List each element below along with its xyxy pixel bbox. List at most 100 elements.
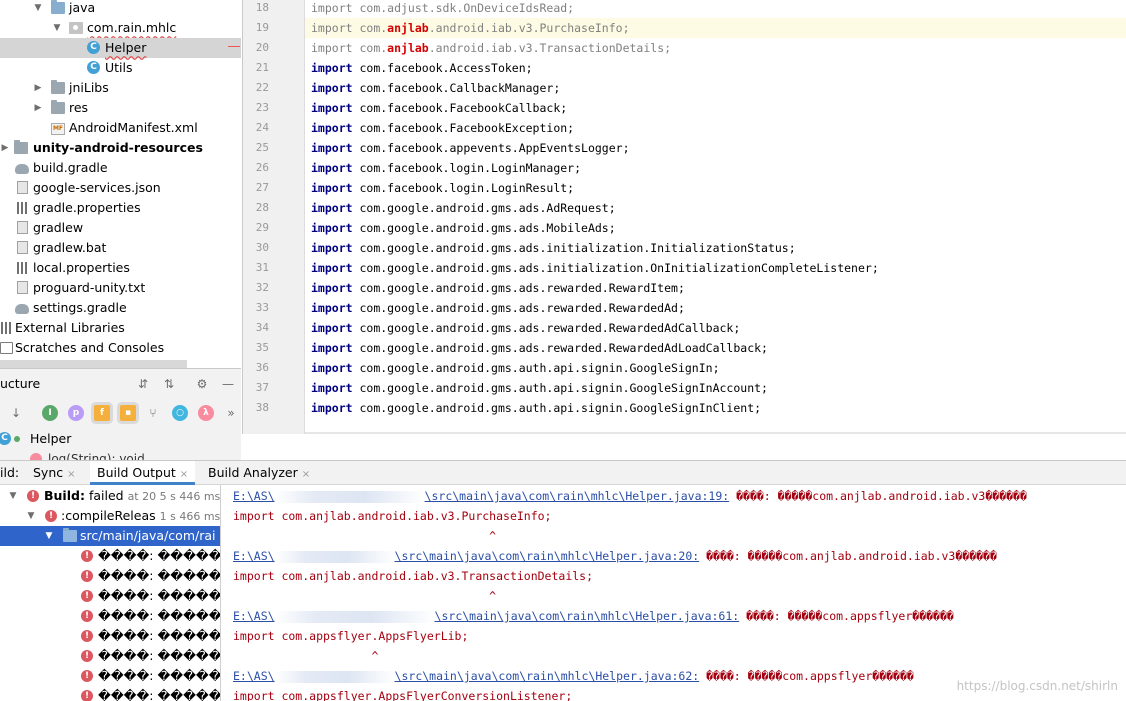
line-number[interactable]: 18	[243, 0, 269, 18]
error-location-line[interactable]: E:\AS\ \src\main\java\com\rain\mhlc\Helpe…	[233, 606, 1126, 626]
close-icon[interactable]: ×	[67, 469, 75, 480]
line-number[interactable]: 26	[243, 158, 269, 178]
chevron-right-icon[interactable]: ▶	[0, 138, 10, 158]
tree-item-external-libraries[interactable]: External Libraries	[0, 318, 241, 338]
line-number-gutter[interactable]: 18 19 20 21 22 23 24 25 26 27 28 29 30 31 32 33 34 35 36 37…	[243, 0, 305, 434]
more-icon[interactable]: »	[224, 406, 238, 420]
fields-icon[interactable]: f	[94, 405, 110, 421]
chevron-right-icon[interactable]: ▶	[33, 78, 43, 98]
build-root-item[interactable]: ▼ ! Build: failed at 20 5 s 446 ms	[0, 486, 220, 506]
build-error-item[interactable]: ! ����: �����	[0, 646, 220, 666]
tree-item-jnilibs[interactable]: ▶ jniLibs	[0, 78, 241, 98]
code-line[interactable]: import com.facebook.FacebookException;	[305, 118, 1126, 138]
code-line[interactable]: import com.google.android.gms.ads.reward…	[305, 338, 1126, 358]
sort-alpha-icon[interactable]: ↓	[9, 406, 23, 420]
inherited-icon[interactable]: I	[42, 405, 58, 421]
chevron-down-icon[interactable]: ▼	[8, 486, 18, 506]
line-number[interactable]: 32	[243, 278, 269, 298]
collapse-all-icon[interactable]: ⇅	[162, 377, 176, 391]
line-number[interactable]: 30	[243, 238, 269, 258]
line-number[interactable]: 22	[243, 78, 269, 98]
file-link[interactable]: E:\AS\ \src\main\java\com\rain\mhlc\Helpe…	[233, 549, 699, 563]
tree-item-scratches[interactable]: Scratches and Consoles	[0, 338, 241, 358]
line-number[interactable]: 24	[243, 118, 269, 138]
hierarchy-icon[interactable]: ⑂	[146, 406, 160, 420]
code-line[interactable]: import com.facebook.appevents.AppEventsL…	[305, 138, 1126, 158]
code-line[interactable]: import com.anjlab.android.iab.v3.Purchas…	[305, 18, 1126, 38]
tree-item-build-gradle[interactable]: build.gradle	[0, 158, 241, 178]
tree-item-google-services[interactable]: google-services.json	[0, 178, 241, 198]
anonymous-classes-icon[interactable]: ○	[172, 405, 188, 421]
tree-item-proguard[interactable]: proguard-unity.txt	[0, 278, 241, 298]
code-line[interactable]: import com.google.android.gms.ads.initia…	[305, 238, 1126, 258]
code-line[interactable]: import com.google.android.gms.auth.api.s…	[305, 378, 1126, 398]
close-icon[interactable]: ×	[180, 469, 188, 480]
line-number[interactable]: 29	[243, 218, 269, 238]
build-file-item[interactable]: ▼ src/main/java/com/rai	[0, 526, 220, 546]
tree-item-gradle-properties[interactable]: gradle.properties	[0, 198, 241, 218]
line-number[interactable]: 34	[243, 318, 269, 338]
line-number[interactable]: 36	[243, 358, 269, 378]
properties-icon[interactable]: p	[68, 405, 84, 421]
lock-icon[interactable]: ▪	[120, 405, 136, 421]
tab-build-analyzer[interactable]: Build Analyzer ×	[208, 461, 310, 485]
build-error-item[interactable]: ! ����: �����	[0, 566, 220, 586]
code-line[interactable]: import com.facebook.FacebookCallback;	[305, 98, 1126, 118]
line-number[interactable]: 27	[243, 178, 269, 198]
line-number[interactable]: 20	[243, 38, 269, 58]
editor-horizontal-scrollbar[interactable]	[305, 432, 1126, 434]
tab-sync[interactable]: Sync ×	[33, 461, 76, 485]
close-icon[interactable]: ×	[302, 469, 310, 480]
chevron-right-icon[interactable]: ▶	[33, 98, 43, 118]
line-number[interactable]: 37	[243, 378, 269, 398]
error-location-line[interactable]: E:\AS\ \src\main\java\com\rain\mhlc\Helpe…	[233, 546, 1126, 566]
tree-item-utils[interactable]: C Utils	[0, 58, 241, 78]
code-line[interactable]: import com.facebook.CallbackManager;	[305, 78, 1126, 98]
line-number[interactable]: 25	[243, 138, 269, 158]
chevron-down-icon[interactable]: ▼	[52, 18, 62, 38]
code-line[interactable]: import com.google.android.gms.ads.initia…	[305, 258, 1126, 278]
chevron-down-icon[interactable]: ▼	[26, 506, 36, 526]
tree-item-res[interactable]: ▶ res	[0, 98, 241, 118]
line-number[interactable]: 19	[243, 18, 269, 38]
expand-all-icon[interactable]: ⇵	[136, 377, 150, 391]
code-line[interactable]: import com.facebook.login.LoginManager;	[305, 158, 1126, 178]
build-output-console[interactable]: E:\AS\ \src\main\java\com\rain\mhlc\Helpe…	[222, 485, 1126, 701]
lambda-icon[interactable]: λ	[198, 405, 214, 421]
code-line[interactable]: import com.google.android.gms.ads.reward…	[305, 298, 1126, 318]
build-task-item[interactable]: ▼ ! :compileReleas 1 s 466 ms	[0, 506, 220, 526]
code-editor[interactable]: 18 19 20 21 22 23 24 25 26 27 28 29 30 31 32 33 34 35 36 37…	[242, 0, 1126, 434]
build-error-item[interactable]: ! ����: �����	[0, 666, 220, 686]
line-number[interactable]: 28	[243, 198, 269, 218]
tree-horizontal-scrollbar[interactable]	[0, 360, 187, 368]
build-error-item[interactable]: ! ����: �����	[0, 686, 220, 701]
build-error-item[interactable]: ! ����: �����	[0, 546, 220, 566]
tree-item-package[interactable]: ▼ com.rain.mhlc	[0, 18, 241, 38]
line-number[interactable]: 31	[243, 258, 269, 278]
build-error-item[interactable]: ! ����: �����	[0, 606, 220, 626]
structure-item-method[interactable]: log(String): void	[0, 449, 241, 460]
tree-item-gradlew[interactable]: gradlew	[0, 218, 241, 238]
chevron-down-icon[interactable]: ▼	[44, 526, 54, 546]
line-number[interactable]: 23	[243, 98, 269, 118]
tree-item-helper[interactable]: C Helper	[0, 38, 241, 58]
line-number[interactable]: 21	[243, 58, 269, 78]
file-link[interactable]: E:\AS\ \src\main\java\com\rain\mhlc\Helpe…	[233, 489, 729, 503]
line-number[interactable]: 35	[243, 338, 269, 358]
code-line[interactable]: import com.google.android.gms.ads.Mobile…	[305, 218, 1126, 238]
file-link[interactable]: E:\AS\ \src\main\java\com\rain\mhlc\Helpe…	[233, 609, 739, 623]
chevron-down-icon[interactable]: ▼	[33, 0, 43, 18]
tree-item-manifest[interactable]: MF AndroidManifest.xml	[0, 118, 241, 138]
code-line[interactable]: import com.google.android.gms.auth.api.s…	[305, 398, 1126, 418]
tree-item-settings-gradle[interactable]: settings.gradle	[0, 298, 241, 318]
build-error-item[interactable]: ! ����: �����	[0, 626, 220, 646]
tree-item-local-properties[interactable]: local.properties	[0, 258, 241, 278]
file-link[interactable]: E:\AS\ \src\main\java\com\rain\mhlc\Helpe…	[233, 669, 699, 683]
line-number[interactable]: 38	[243, 398, 269, 418]
error-location-line[interactable]: E:\AS\ \src\main\java\com\rain\mhlc\Helpe…	[233, 486, 1126, 506]
line-number[interactable]: 33	[243, 298, 269, 318]
build-error-item[interactable]: ! ����: �����	[0, 586, 220, 606]
code-line[interactable]: import com.google.android.gms.ads.reward…	[305, 318, 1126, 338]
code-line[interactable]: import com.google.android.gms.ads.reward…	[305, 278, 1126, 298]
code-line[interactable]: import com.facebook.AccessToken;	[305, 58, 1126, 78]
